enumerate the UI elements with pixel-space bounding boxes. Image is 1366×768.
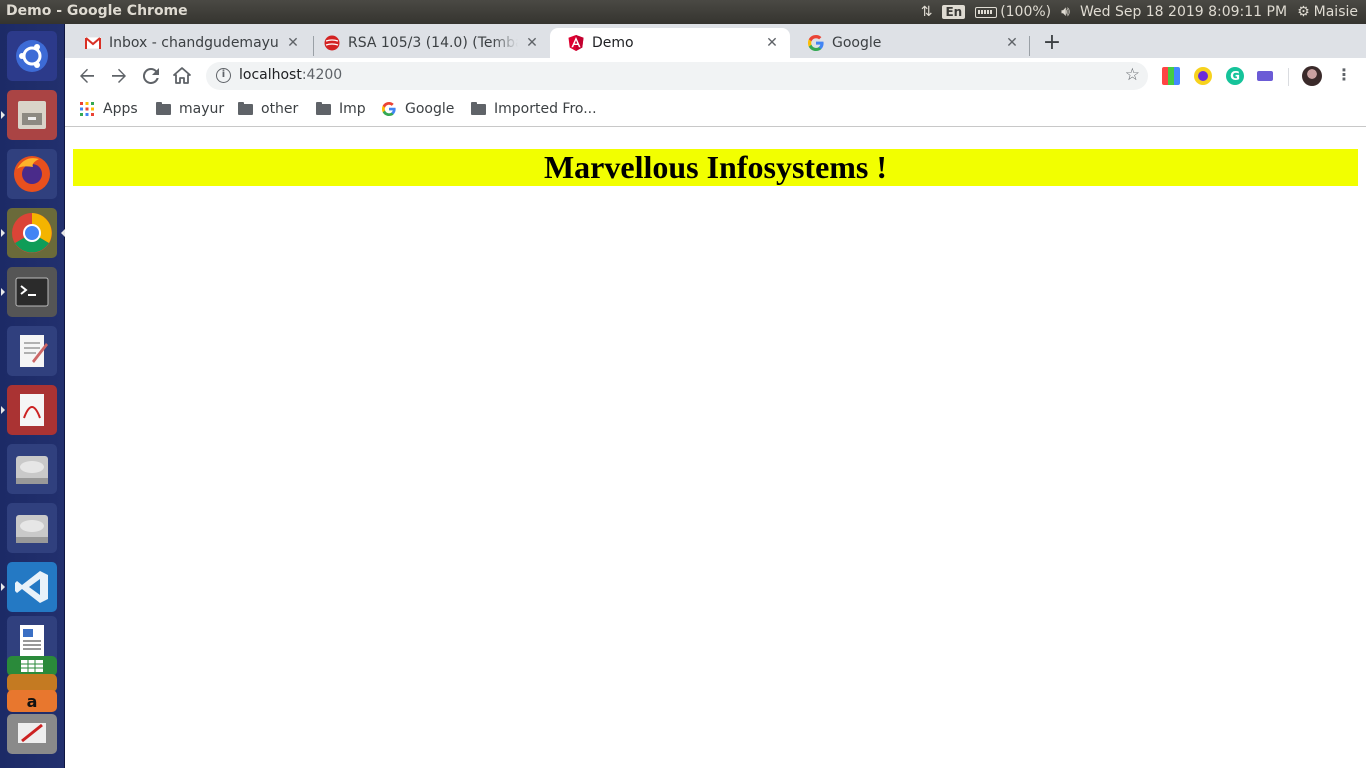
- system-settings-icon[interactable]: [7, 714, 57, 754]
- arrow-left-icon: [80, 68, 94, 83]
- keyboard-indicator[interactable]: En: [942, 5, 966, 19]
- tab-strip: Inbox - chandgudemayur5 ✕ RSA 105/3 (14.…: [65, 24, 1366, 58]
- reload-icon: [143, 68, 159, 84]
- user-name: Maisie: [1313, 4, 1358, 20]
- gear-icon: ⚙: [1297, 4, 1310, 20]
- amazon-icon[interactable]: a: [7, 690, 57, 712]
- tab-demo[interactable]: Demo ✕: [550, 28, 790, 58]
- cricket-icon: [324, 35, 340, 51]
- bookmark-folder-mayur[interactable]: mayur: [155, 101, 224, 117]
- bookmark-label: other: [261, 101, 299, 117]
- home-button[interactable]: [170, 64, 194, 88]
- home-icon: [173, 67, 191, 84]
- launcher: a: [0, 24, 65, 768]
- battery-percent: (100%): [1000, 4, 1052, 20]
- google-icon: [381, 101, 397, 117]
- google-icon: [808, 35, 824, 51]
- url-text: localhost:4200: [239, 67, 343, 83]
- back-button[interactable]: [75, 64, 99, 88]
- tab-label: Google: [832, 35, 882, 51]
- text-editor-icon[interactable]: [7, 326, 57, 376]
- chrome-icon[interactable]: [1, 208, 65, 258]
- session-menu[interactable]: ⚙ Maisie: [1297, 4, 1358, 20]
- extension-colorful-icon[interactable]: [1162, 67, 1180, 85]
- bookmark-label: mayur: [179, 101, 225, 117]
- grammarly-icon[interactable]: G: [1226, 67, 1244, 85]
- top-panel: Demo - Google Chrome ⇅ En (100%) 🔊︎ Wed …: [0, 0, 1366, 24]
- folder-icon: [315, 101, 331, 117]
- bookmark-folder-other[interactable]: other: [237, 101, 298, 117]
- new-tab-button[interactable]: +: [1040, 32, 1064, 56]
- extension-moon-icon[interactable]: [1194, 67, 1212, 85]
- window-title: Demo - Google Chrome: [6, 3, 188, 19]
- folder-icon: [237, 101, 253, 117]
- bookmark-label: Imported Fro...: [494, 101, 597, 117]
- battery-icon: [975, 6, 998, 18]
- terminal-icon[interactable]: [1, 267, 57, 317]
- disk-icon-2[interactable]: [7, 503, 57, 553]
- keyboard-extension-icon[interactable]: [1257, 71, 1273, 81]
- bookmarks-bar: Apps mayur other Imp Google Imported Fro…: [65, 94, 1366, 127]
- disk-icon[interactable]: [7, 444, 57, 494]
- page-title: Marvellous Infosystems !: [543, 149, 888, 185]
- close-icon[interactable]: ✕: [1004, 35, 1020, 51]
- tab-label: RSA 105/3 (14.0) (Temba B: [348, 35, 518, 51]
- apps-grid-icon: [79, 101, 95, 117]
- browser-toolbar: i localhost:4200 ☆ G ⋮: [65, 58, 1366, 94]
- network-icon[interactable]: ⇅: [921, 4, 933, 20]
- bookmark-google[interactable]: Google: [381, 101, 454, 117]
- heading-banner: Marvellous Infosystems !: [73, 149, 1358, 186]
- tab-label: Demo: [592, 35, 634, 51]
- bookmark-folder-imported[interactable]: Imported Fro...: [470, 101, 597, 117]
- ubuntu-dash-icon[interactable]: [7, 31, 57, 81]
- menu-icon[interactable]: ⋮: [1335, 67, 1353, 85]
- arrow-right-icon: [112, 68, 126, 83]
- page-content: Marvellous Infosystems !: [65, 128, 1366, 768]
- angular-icon: [568, 35, 584, 51]
- reload-button[interactable]: [139, 64, 163, 88]
- folder-icon: [155, 101, 171, 117]
- close-icon[interactable]: ✕: [285, 35, 301, 51]
- bookmark-label: Apps: [103, 101, 138, 117]
- bookmark-label: Google: [405, 101, 455, 117]
- gmail-icon: [85, 35, 101, 51]
- volume-icon[interactable]: 🔊︎: [1061, 4, 1070, 20]
- star-icon[interactable]: ☆: [1125, 65, 1140, 85]
- avatar[interactable]: [1302, 66, 1322, 86]
- files-icon[interactable]: [1, 90, 57, 140]
- info-icon[interactable]: i: [216, 68, 231, 83]
- bookmark-folder-imp[interactable]: Imp: [315, 101, 366, 117]
- battery-indicator[interactable]: (100%): [975, 4, 1051, 20]
- forward-button[interactable]: [107, 64, 131, 88]
- libreoffice-calc-icon[interactable]: [7, 656, 57, 676]
- vscode-icon[interactable]: [1, 562, 57, 612]
- clock[interactable]: Wed Sep 18 2019 8:09:11 PM: [1080, 4, 1287, 20]
- toolbar-divider: [1288, 68, 1289, 86]
- document-viewer-icon[interactable]: [1, 385, 57, 435]
- tab-label: Inbox - chandgudemayur5: [109, 35, 279, 51]
- close-icon[interactable]: ✕: [524, 35, 540, 51]
- tab-google[interactable]: Google ✕: [790, 28, 1030, 58]
- tab-inbox[interactable]: Inbox - chandgudemayur5 ✕: [67, 28, 311, 58]
- system-tray: ⇅ En (100%) 🔊︎ Wed Sep 18 2019 8:09:11 P…: [921, 0, 1358, 24]
- tab-separator: [1029, 36, 1030, 56]
- bookmark-label: Imp: [339, 101, 366, 117]
- tab-rsa[interactable]: RSA 105/3 (14.0) (Temba B ✕: [306, 28, 550, 58]
- firefox-icon[interactable]: [7, 149, 57, 199]
- close-icon[interactable]: ✕: [764, 35, 780, 51]
- bookmark-apps[interactable]: Apps: [79, 101, 138, 117]
- folder-icon: [470, 101, 486, 117]
- address-bar[interactable]: i localhost:4200 ☆: [206, 62, 1148, 90]
